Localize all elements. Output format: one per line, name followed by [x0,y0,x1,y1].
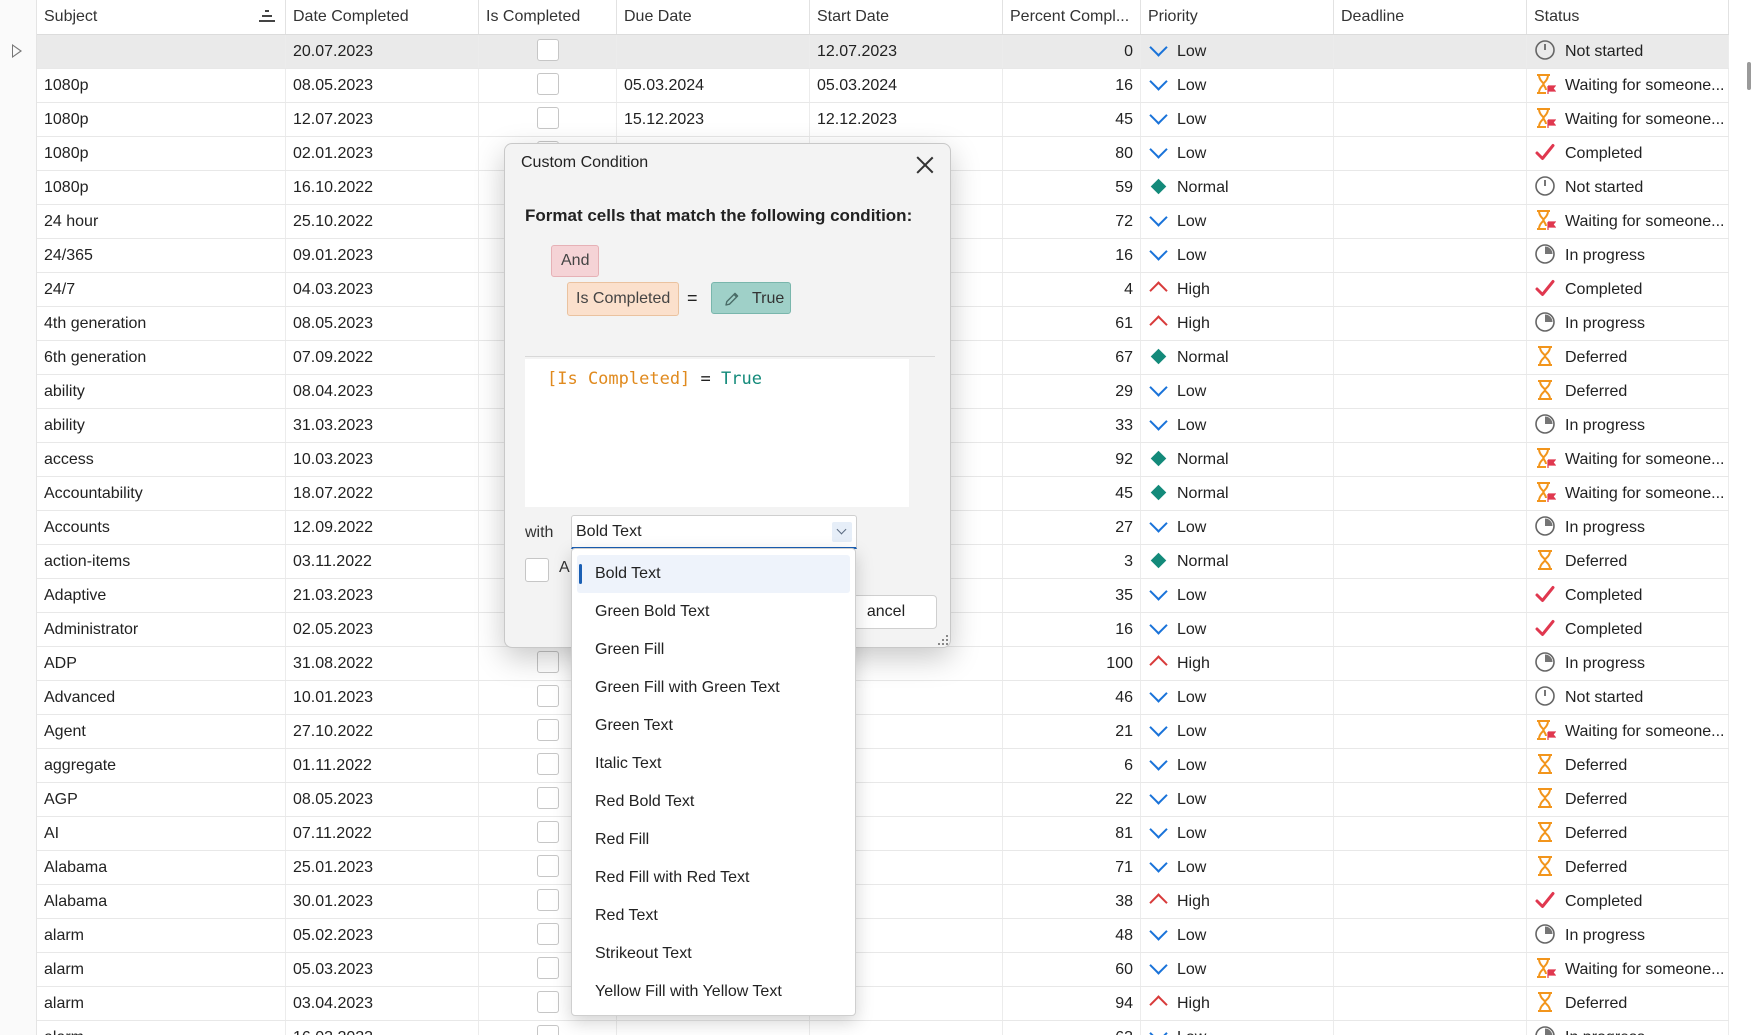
format-option[interactable]: Red Text [577,897,850,935]
expression-field: [Is Completed] [547,369,691,389]
format-option[interactable]: Green Text [577,707,850,745]
condition-heading: Format cells that match the following co… [525,206,913,225]
expression-editor[interactable]: [Is Completed] = True [525,359,909,507]
apply-checkbox[interactable] [525,558,549,582]
expression-operator: = [700,369,711,389]
condition-field-chip[interactable]: Is Completed [567,282,680,316]
apply-checkbox-label: A [559,559,570,576]
resize-grip-icon[interactable] [938,635,948,645]
format-option[interactable]: Red Bold Text [577,783,850,821]
format-option[interactable]: Italic Text [577,745,850,783]
format-option[interactable]: Red Fill [577,821,850,859]
expression-text: [Is Completed] = True [547,369,762,389]
format-dropdown-list: Bold Text Green Bold Text Green Fill Green … [571,548,856,1016]
format-combobox[interactable]: Bold Text [571,515,857,549]
chevron-down-icon[interactable] [832,522,852,542]
format-option[interactable]: Green Fill [577,631,850,669]
close-icon[interactable] [914,154,936,176]
format-option[interactable]: Green Fill with Green Text [577,669,850,707]
pencil-icon [725,292,739,306]
dialog-title: Custom Condition [521,154,649,171]
format-option[interactable]: Green Bold Text [577,593,850,631]
divider [525,356,935,357]
expression-value: True [721,369,762,389]
group-operator-chip[interactable]: And [551,245,600,277]
dialog-layer: Custom Condition Format cells that match… [0,0,1757,1035]
format-option[interactable]: Yellow Fill with Yellow Text [577,973,850,1011]
condition-value-label: True [752,290,785,307]
format-option[interactable]: Bold Text [577,555,850,593]
format-option[interactable]: Red Fill with Red Text [577,859,850,897]
with-label: with [525,524,554,541]
condition-operator[interactable]: = [687,282,698,314]
format-combobox-value: Bold Text [576,523,642,540]
condition-value-chip[interactable]: True [711,282,791,314]
format-option[interactable]: Strikeout Text [577,935,850,973]
